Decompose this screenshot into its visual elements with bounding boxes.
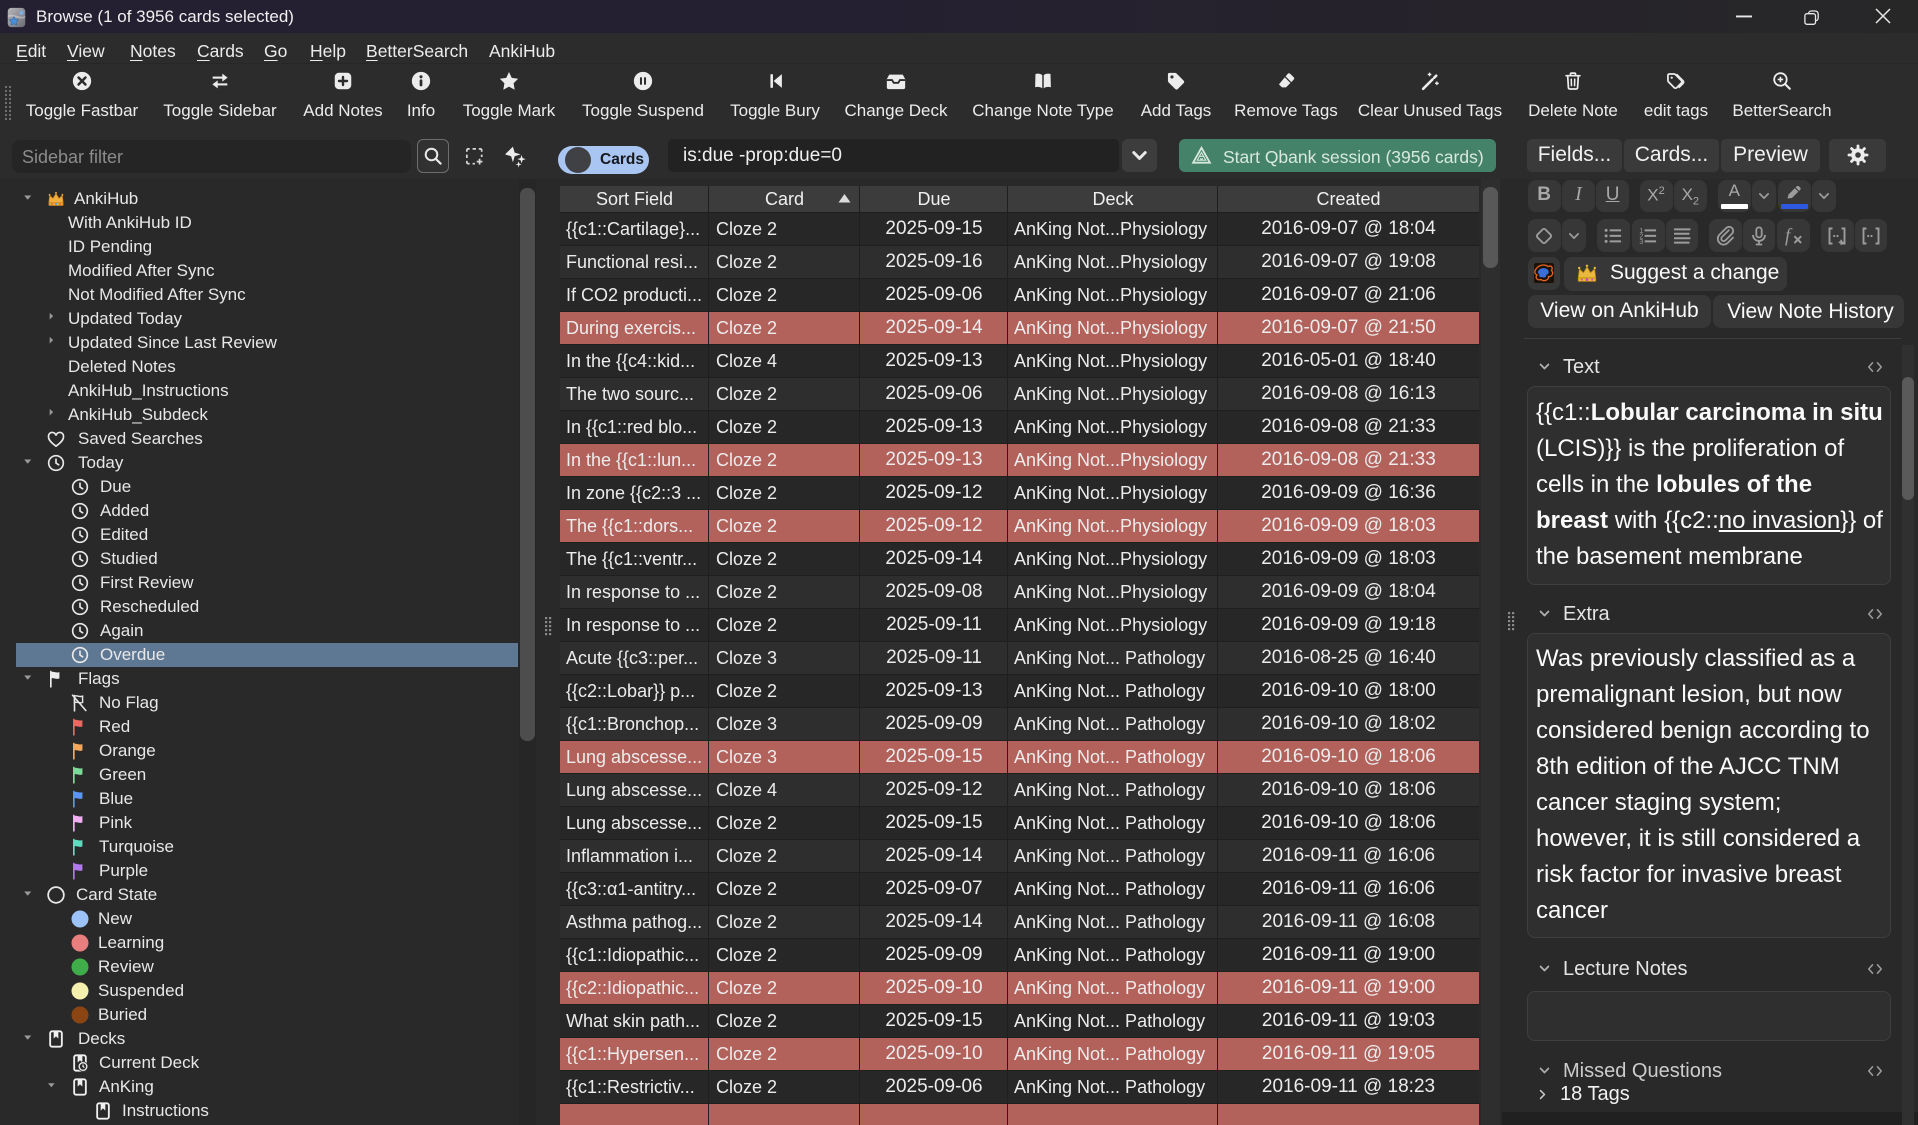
svg-text:3: 3 — [1640, 238, 1644, 245]
svg-text:f: f — [1785, 225, 1793, 246]
